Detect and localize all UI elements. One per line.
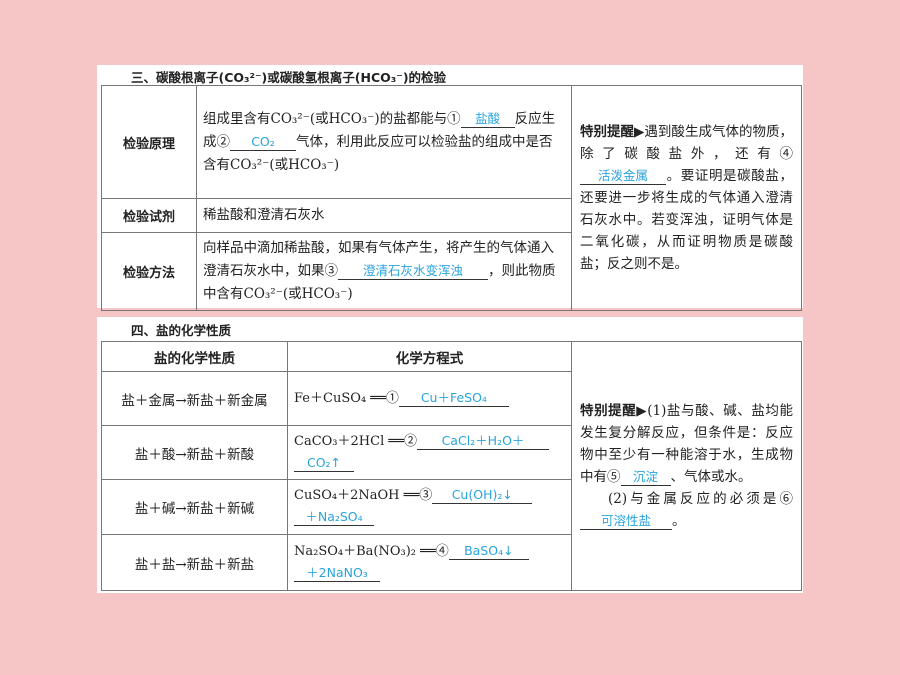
table-header-row: 盐的化学性质 化学方程式 特别提醒▶(1)盐与酸、碱、盐均能发生复分解反应，但条… (101, 341, 802, 591)
answer-blank-eq2-cont: CO₂↑ (294, 454, 354, 472)
answer-blank-eq4-cont: ＋2NaNO₃ (294, 564, 380, 582)
answer-blank-2: CO₂ (230, 133, 296, 151)
property-cell: 盐＋金属→新盐＋新金属 (101, 371, 288, 426)
column-header-equation: 化学方程式 (287, 341, 572, 372)
answer-blank-4: 活泼金属 (580, 167, 666, 185)
property-cell: 盐＋盐→新盐＋新盐 (101, 534, 288, 591)
method-text: 向样品中滴加稀盐酸，如果有气体产生，将产生的气体通入澄清石灰水中，如果③ 澄清石灰… (196, 232, 572, 311)
property-cell: 盐＋酸→新盐＋新酸 (101, 425, 288, 480)
tip-cell: 特别提醒▶(1)盐与酸、碱、盐均能发生复分解反应，但条件是：反应物中至少有一种能… (571, 341, 802, 591)
equation-cell: Na₂SO₄＋Ba(NO₃)₂ ══④ BaSO₄↓ ＋2NaNO₃ (287, 534, 572, 591)
section3-panel: 三、碳酸根离子(CO₃²⁻)或碳酸氢根离子(HCO₃⁻)的检验 检验原理 组成里… (97, 65, 803, 311)
answer-blank-eq3-cont: ＋Na₂SO₄ (294, 508, 374, 526)
section4-panel: 四、盐的化学性质 盐的化学性质 化学方程式 特别提醒▶(1)盐与酸、碱、盐均能发… (97, 317, 803, 593)
section4-title: 四、盐的化学性质 (131, 323, 232, 338)
reagent-text: 稀盐酸和澄清石灰水 (196, 198, 572, 233)
property-cell: 盐＋碱→新盐＋新碱 (101, 479, 288, 535)
answer-blank-eq3: Cu(OH)₂↓ (432, 486, 533, 504)
tip-heading: 特别提醒▶ (580, 403, 648, 419)
equation-cell: Fe＋CuSO₄ ══① Cu＋FeSO₄ (287, 371, 572, 426)
answer-blank-eq4: BaSO₄↓ (448, 542, 529, 560)
equation-cell: CaCO₃＋2HCl ══② CaCl₂＋H₂O＋ CO₂↑ (287, 425, 572, 480)
row-label: 检验原理 (101, 85, 197, 199)
answer-blank-6: 可溶性盐 (580, 512, 672, 530)
column-header-property: 盐的化学性质 (101, 341, 288, 372)
section3-table: 检验原理 组成里含有CO₃²⁻(或HCO₃⁻)的盐都能与① 盐酸 反应生成② CO₂ 气… (101, 85, 802, 311)
answer-blank-eq2: CaCl₂＋H₂O＋ (417, 432, 550, 450)
answer-blank-1: 盐酸 (460, 110, 515, 128)
principle-text: 组成里含有CO₃²⁻(或HCO₃⁻)的盐都能与① 盐酸 反应生成② CO₂ 气体，利用此… (196, 85, 572, 199)
equation-cell: CuSO₄＋2NaOH ══③ Cu(OH)₂↓ ＋Na₂SO₄ (287, 479, 572, 535)
tip-cell: 特别提醒▶遇到酸生成气体的物质，除了碳酸盐外，还有④活泼金属 。要证明是碳酸盐，还… (571, 85, 802, 311)
row-label: 检验方法 (101, 232, 197, 311)
section3-title: 三、碳酸根离子(CO₃²⁻)或碳酸氢根离子(HCO₃⁻)的检验 (131, 70, 447, 85)
tip-heading: 特别提醒▶ (580, 124, 645, 140)
answer-blank-eq1: Cu＋FeSO₄ (398, 389, 509, 407)
row-label: 检验试剂 (101, 198, 197, 233)
table-row: 检验原理 组成里含有CO₃²⁻(或HCO₃⁻)的盐都能与① 盐酸 反应生成② CO₂ 气… (101, 85, 802, 311)
answer-blank-5: 沉淀 (620, 468, 671, 486)
section4-table: 盐的化学性质 化学方程式 特别提醒▶(1)盐与酸、碱、盐均能发生复分解反应，但条… (101, 341, 802, 591)
answer-blank-3: 澄清石灰水变浑浊 (338, 262, 488, 280)
